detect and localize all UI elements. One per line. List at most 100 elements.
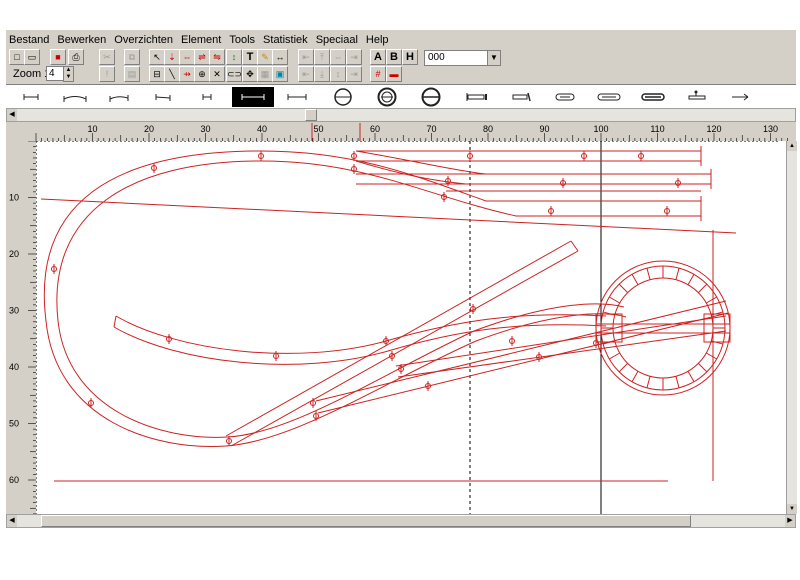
zoom-input[interactable]: 4 [46, 66, 64, 81]
track-curve[interactable] [115, 314, 607, 354]
part-item[interactable] [410, 87, 452, 107]
scroll-right-icon[interactable]: ▶ [785, 515, 795, 527]
zoom-spinner-icon[interactable]: ▲ ▼ [63, 66, 74, 82]
menu-speciaal[interactable]: Speciaal [316, 33, 358, 47]
print-icon[interactable]: ⎙ [68, 49, 84, 65]
part-item[interactable] [366, 87, 408, 107]
track-end[interactable] [570, 240, 579, 252]
track-tool-icon[interactable]: ⇣ [164, 49, 180, 65]
part-item[interactable] [632, 87, 674, 107]
save-file-icon[interactable]: ■ [50, 49, 66, 65]
distribute-left-icon[interactable]: ⇤ [298, 66, 314, 82]
turntable-spoke [675, 267, 680, 280]
track-curve[interactable] [260, 160, 701, 217]
parts-palette [6, 84, 796, 109]
menu-overzichten[interactable]: Overzichten [114, 33, 173, 47]
join-tool-icon[interactable]: ⇌ [194, 49, 210, 65]
distribute-right-icon[interactable]: ⇥ [346, 66, 362, 82]
connect-tool-icon[interactable]: ⇔ [179, 49, 195, 65]
split-tool-icon[interactable]: ⇋ [209, 49, 225, 65]
signal-track-icon [688, 90, 706, 100]
part-item[interactable] [276, 87, 318, 107]
ruler-label: 40 [257, 124, 267, 134]
part-item[interactable] [676, 87, 718, 107]
track-curve[interactable] [43, 150, 627, 448]
short-track-icon [202, 94, 212, 100]
crossing-track-icon [597, 93, 621, 101]
canvas-horizontal-scrollbar[interactable]: ◀ ▶ [6, 514, 796, 528]
pointer-tool-icon[interactable]: ↖ [149, 49, 165, 65]
buffer-track-icon [466, 93, 487, 101]
align-left-icon[interactable]: ⇤ [298, 49, 314, 65]
info-icon[interactable]: ! [99, 66, 115, 82]
part-item[interactable] [720, 87, 762, 107]
menu-tools[interactable]: Tools [229, 33, 255, 47]
scroll-left-icon[interactable]: ◀ [7, 109, 17, 121]
cross-tool-icon[interactable]: ✕ [209, 66, 225, 82]
new-file-icon[interactable]: □ [9, 49, 25, 65]
part-item[interactable] [456, 87, 498, 107]
part-item[interactable] [10, 87, 52, 107]
distribute-middle-icon[interactable]: ↕ [330, 66, 346, 82]
track-curve[interactable] [260, 150, 701, 202]
layers-color-icon[interactable]: ▬ [386, 66, 402, 82]
table-tool-icon[interactable]: ▦ [257, 66, 273, 82]
font-h-button[interactable]: H [402, 49, 418, 65]
align-right-icon[interactable]: ⇥ [346, 49, 362, 65]
zoom-tool-icon[interactable]: ⊕ [194, 66, 210, 82]
line-tool-icon[interactable]: ╲ [164, 66, 180, 82]
curved-track-icon [63, 96, 87, 102]
canvas-vertical-scrollbar[interactable]: ▲ ▼ [786, 141, 797, 514]
straight-track-icon [155, 94, 171, 101]
track-curve[interactable] [355, 150, 487, 175]
grid-icon[interactable]: # [370, 66, 386, 82]
pencil-tool-icon[interactable]: ✎ [257, 49, 273, 65]
menu-element[interactable]: Element [181, 33, 221, 47]
track-curve[interactable] [56, 160, 625, 438]
track-layout[interactable] [36, 141, 786, 514]
part-item[interactable] [186, 87, 228, 107]
switch-tool-icon[interactable]: ⇸ [179, 66, 195, 82]
scroll-down-icon[interactable]: ▼ [787, 504, 797, 514]
track-line[interactable] [230, 250, 579, 447]
paste-icon[interactable]: ▤ [124, 66, 140, 82]
part-item[interactable] [54, 87, 96, 107]
scroll-thumb[interactable] [305, 109, 317, 121]
part-item-selected[interactable] [232, 87, 274, 107]
scroll-left-icon[interactable]: ◀ [7, 515, 17, 527]
part-item[interactable] [588, 87, 630, 107]
curved-track-icon [109, 95, 129, 102]
layer-select[interactable]: 000 ▼ [424, 50, 501, 66]
menu-bewerken[interactable]: Bewerken [57, 33, 106, 47]
menu-bestand[interactable]: Bestand [9, 33, 49, 47]
part-item[interactable] [544, 87, 586, 107]
drawing-canvas[interactable] [36, 141, 786, 514]
cut-icon[interactable]: ✂ [99, 49, 115, 65]
measure-tool-icon[interactable]: ↔ [272, 49, 288, 65]
font-a-button[interactable]: A [370, 49, 386, 65]
part-item[interactable] [142, 87, 184, 107]
image-tool-icon[interactable]: ▣ [272, 66, 288, 82]
track-line[interactable] [225, 240, 572, 437]
straight-line-tool-icon[interactable]: ⊟ [149, 66, 165, 82]
align-bottom-icon[interactable]: ⤓ [314, 66, 330, 82]
copy-icon[interactable]: ⧉ [124, 49, 140, 65]
align-top-icon[interactable]: ⤒ [314, 49, 330, 65]
open-file-icon[interactable]: ▭ [24, 49, 40, 65]
font-b-button[interactable]: B [386, 49, 402, 65]
parts-scrollbar[interactable]: ◀ [6, 108, 796, 122]
align-center-icon[interactable]: ⇔ [330, 49, 346, 65]
scroll-up-icon[interactable]: ▲ [787, 141, 797, 151]
menu-statistiek[interactable]: Statistiek [263, 33, 308, 47]
part-item[interactable] [500, 87, 542, 107]
move-tool-icon[interactable]: ✥ [242, 66, 258, 82]
menu-help[interactable]: Help [366, 33, 389, 47]
scroll-thumb[interactable] [41, 515, 691, 527]
height-tool-icon[interactable]: ↕ [226, 49, 242, 65]
part-item[interactable] [322, 87, 364, 107]
text-tool-icon[interactable]: T [242, 49, 258, 65]
track-end[interactable] [113, 315, 117, 328]
part-item[interactable] [98, 87, 140, 107]
chevron-down-icon[interactable]: ▼ [487, 51, 500, 65]
mirror-tool-icon[interactable]: ⊂⊃ [226, 66, 242, 82]
